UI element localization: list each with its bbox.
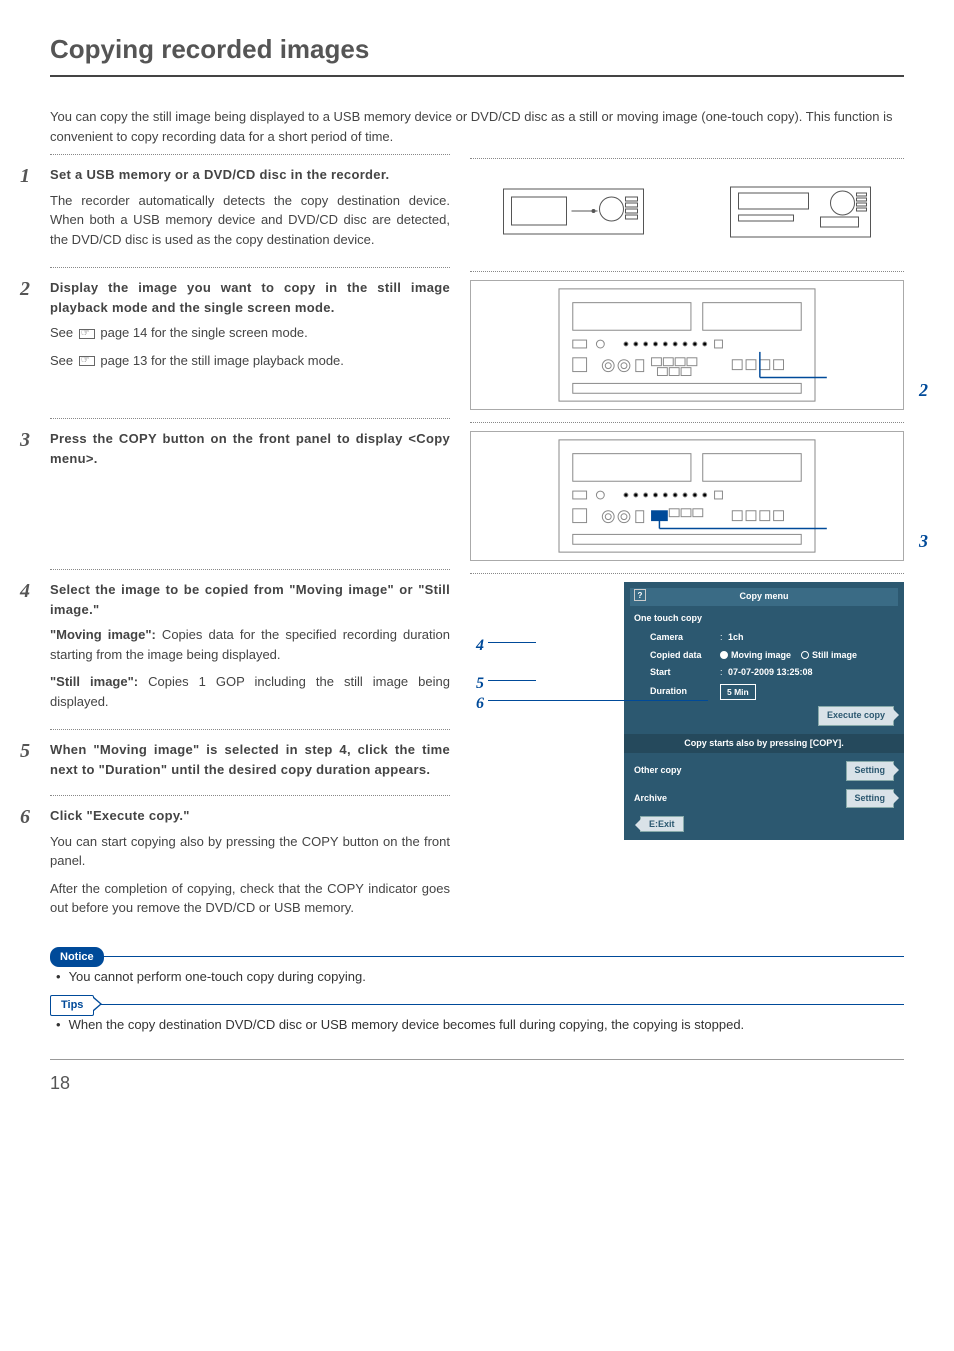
start-value: 07-07-2009 13:25:08 bbox=[728, 666, 894, 680]
step-4-head: Select the image to be copied from "Movi… bbox=[50, 580, 450, 619]
step-3-head: Press the COPY button on the front panel… bbox=[50, 429, 450, 468]
step-2: 2 Display the image you want to copy in … bbox=[50, 267, 450, 388]
camera-value: 1ch bbox=[728, 631, 894, 645]
step-6-head: Click "Execute copy." bbox=[50, 806, 450, 826]
other-copy-setting-button[interactable]: Setting bbox=[846, 761, 895, 781]
copy-menu-title: ? Copy menu bbox=[630, 588, 898, 606]
step-2-ref1: See page 14 for the single screen mode. bbox=[50, 323, 450, 343]
step-number: 2 bbox=[20, 274, 30, 304]
other-copy-label: Other copy bbox=[634, 764, 682, 778]
execute-copy-button[interactable]: Execute copy bbox=[818, 706, 894, 726]
step-3: 3 Press the COPY button on the front pan… bbox=[50, 418, 450, 484]
start-row: Start : 07-07-2009 13:25:08 bbox=[630, 664, 898, 682]
step-6-p2: After the completion of copying, check t… bbox=[50, 879, 450, 918]
ref-text: See bbox=[50, 353, 77, 368]
still-image-option[interactable]: Still image bbox=[812, 650, 857, 660]
duration-value[interactable]: 5 Min bbox=[720, 684, 756, 701]
ref-text: page 13 for the still image playback mod… bbox=[97, 353, 344, 368]
page-number: 18 bbox=[50, 1070, 904, 1097]
copied-data-row: Copied data Moving image Still image bbox=[630, 647, 898, 665]
tips-badge: Tips bbox=[50, 995, 94, 1016]
page-title: Copying recorded images bbox=[50, 30, 904, 77]
step-2-head: Display the image you want to copy in th… bbox=[50, 278, 450, 317]
notice-badge: Notice bbox=[50, 947, 104, 968]
notice-item: You cannot perform one-touch copy during… bbox=[70, 967, 904, 987]
tips-item: When the copy destination DVD/CD disc or… bbox=[70, 1015, 904, 1035]
moving-image-option[interactable]: Moving image bbox=[731, 650, 791, 660]
moving-image-label: "Moving image": bbox=[50, 627, 156, 642]
archive-setting-button[interactable]: Setting bbox=[846, 789, 895, 809]
copy-menu-title-text: Copy menu bbox=[739, 591, 788, 601]
radio-moving-image[interactable] bbox=[720, 651, 728, 659]
recorder-front-icon bbox=[470, 169, 677, 249]
front-panel-illustration-3: 3 bbox=[470, 431, 904, 561]
step-1-body: The recorder automatically detects the c… bbox=[50, 191, 450, 250]
copied-data-label: Copied data bbox=[650, 649, 720, 663]
step-4-p2: "Still image": Copies 1 GOP including th… bbox=[50, 672, 450, 711]
archive-label: Archive bbox=[634, 792, 667, 806]
copy-note: Copy starts also by pressing [COPY]. bbox=[624, 734, 904, 754]
step-5-head: When "Moving image" is selected in step … bbox=[50, 740, 450, 779]
notice-section: Notice You cannot perform one-touch copy… bbox=[50, 956, 904, 987]
ref-text: page 14 for the single screen mode. bbox=[97, 325, 308, 340]
help-icon[interactable]: ? bbox=[634, 589, 646, 601]
callout-2: 2 bbox=[919, 377, 928, 404]
step-4-p1: "Moving image": Copies data for the spec… bbox=[50, 625, 450, 664]
step-number: 4 bbox=[20, 576, 30, 606]
step-4: 4 Select the image to be copied from "Mo… bbox=[50, 569, 450, 729]
copy-menu-screenshot: ? Copy menu One touch copy Camera : 1ch … bbox=[624, 582, 904, 840]
step-number: 5 bbox=[20, 736, 30, 766]
camera-label: Camera bbox=[650, 631, 720, 645]
still-image-label: "Still image": bbox=[50, 674, 138, 689]
callout-4: 4 bbox=[476, 634, 484, 658]
step-5: 5 When "Moving image" is selected in ste… bbox=[50, 729, 450, 795]
camera-row: Camera : 1ch bbox=[630, 629, 898, 647]
step-number: 1 bbox=[20, 161, 30, 191]
step-number: 3 bbox=[20, 425, 30, 455]
ref-text: See bbox=[50, 325, 77, 340]
one-touch-section: One touch copy bbox=[630, 610, 898, 630]
exit-button[interactable]: E:Exit bbox=[640, 816, 684, 832]
callout-3: 3 bbox=[919, 528, 928, 555]
step-2-ref2: See page 13 for the still image playback… bbox=[50, 351, 450, 371]
tips-section: Tips When the copy destination DVD/CD di… bbox=[50, 1004, 904, 1035]
step-6: 6 Click "Execute copy." You can start co… bbox=[50, 795, 450, 936]
front-panel-illustration-2: 2 bbox=[470, 280, 904, 410]
step-1: 1 Set a USB memory or a DVD/CD disc in t… bbox=[50, 154, 450, 267]
recorder-front-icon-2 bbox=[697, 169, 904, 249]
intro-text: You can copy the still image being displ… bbox=[50, 107, 904, 146]
page-ref-icon bbox=[79, 329, 95, 339]
step-number: 6 bbox=[20, 802, 30, 832]
start-label: Start bbox=[650, 666, 720, 680]
duration-label: Duration bbox=[650, 685, 720, 699]
recorder-illustrations bbox=[470, 169, 904, 249]
page-ref-icon bbox=[79, 356, 95, 366]
step-6-p1: You can start copying also by pressing t… bbox=[50, 832, 450, 871]
step-1-head: Set a USB memory or a DVD/CD disc in the… bbox=[50, 165, 450, 185]
callout-6: 6 bbox=[476, 692, 484, 716]
radio-still-image[interactable] bbox=[801, 651, 809, 659]
